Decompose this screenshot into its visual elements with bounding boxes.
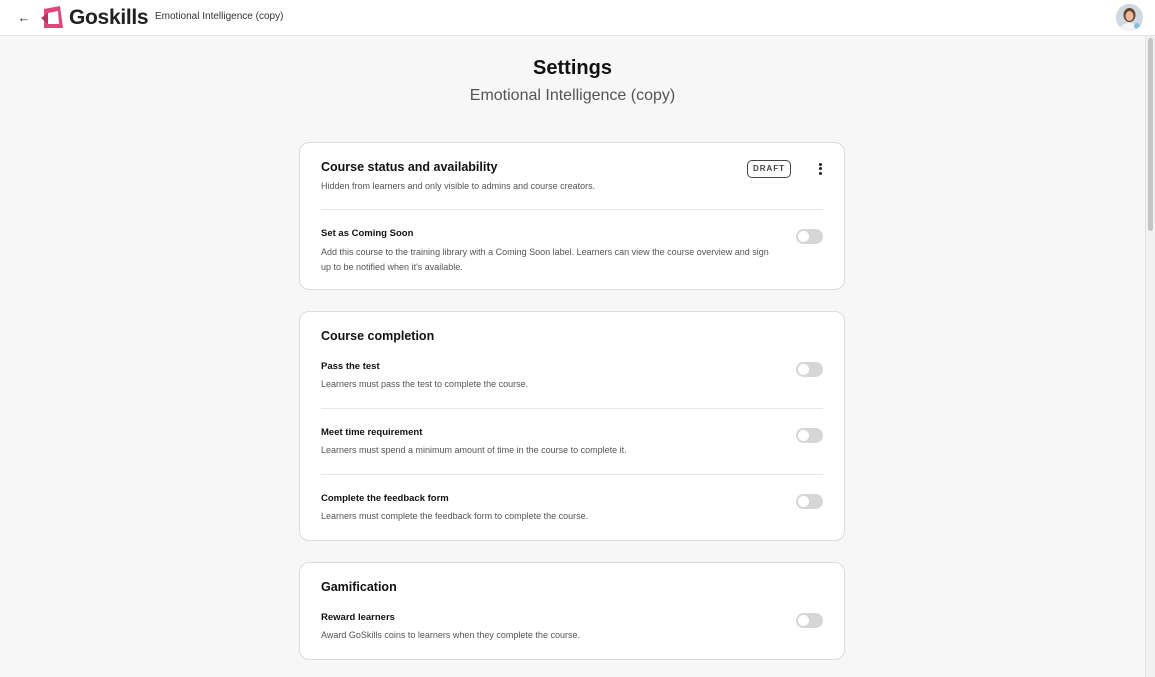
course-completion-title: Course completion: [321, 329, 435, 343]
course-status-card: Course status and availability Hidden fr…: [299, 142, 845, 290]
pass-test-toggle[interactable]: [796, 362, 823, 377]
goskills-logo-icon: [41, 6, 63, 28]
page-subtitle: Emotional Intelligence (copy): [469, 87, 676, 104]
more-options-icon[interactable]: [813, 161, 827, 177]
course-status-title: Course status and availability: [321, 160, 498, 174]
feedback-form-toggle[interactable]: [796, 494, 823, 509]
coming-soon-description: Add this course to the training library …: [321, 247, 769, 272]
back-arrow-icon[interactable]: ←: [16, 9, 32, 27]
pass-test-description: Learners must pass the test to complete …: [321, 379, 529, 389]
course-status-description: Hidden from learners and only visible to…: [321, 181, 596, 191]
course-completion-card: Course completion Pass the test Learners…: [299, 311, 845, 541]
gamification-card: Gamification Reward learners Award GoSki…: [299, 562, 845, 660]
coming-soon-title: Set as Coming Soon: [321, 228, 414, 239]
goskills-logo[interactable]: Goskills: [40, 4, 149, 32]
time-requirement-description: Learners must spend a minimum amount of …: [321, 445, 627, 455]
page-scrollbar[interactable]: [1145, 36, 1155, 677]
time-requirement-toggle[interactable]: [796, 428, 823, 443]
divider: [321, 474, 823, 475]
scrollbar-thumb[interactable]: [1148, 38, 1153, 231]
user-avatar[interactable]: [1116, 4, 1143, 31]
reward-learners-toggle[interactable]: [796, 613, 823, 628]
course-name: Emotional Intelligence (copy): [155, 11, 284, 22]
pass-test-title: Pass the test: [321, 361, 380, 372]
draft-status-badge: DRAFT: [747, 160, 791, 178]
page-title: Settings: [533, 57, 612, 79]
time-requirement-title: Meet time requirement: [321, 427, 423, 438]
divider: [321, 408, 823, 409]
gamification-title: Gamification: [321, 580, 397, 594]
coming-soon-toggle[interactable]: [796, 229, 823, 244]
reward-learners-description: Award GoSkills coins to learners when th…: [321, 630, 580, 640]
reward-learners-title: Reward learners: [321, 612, 395, 623]
feedback-form-title: Complete the feedback form: [321, 493, 449, 504]
avatar-photo-icon: [1116, 4, 1143, 31]
top-bar: ← Goskills Emotional Intelligence (copy): [0, 0, 1155, 36]
feedback-form-description: Learners must complete the feedback form…: [321, 511, 589, 521]
divider: [321, 209, 823, 210]
brand-name: Goskills: [69, 6, 149, 29]
